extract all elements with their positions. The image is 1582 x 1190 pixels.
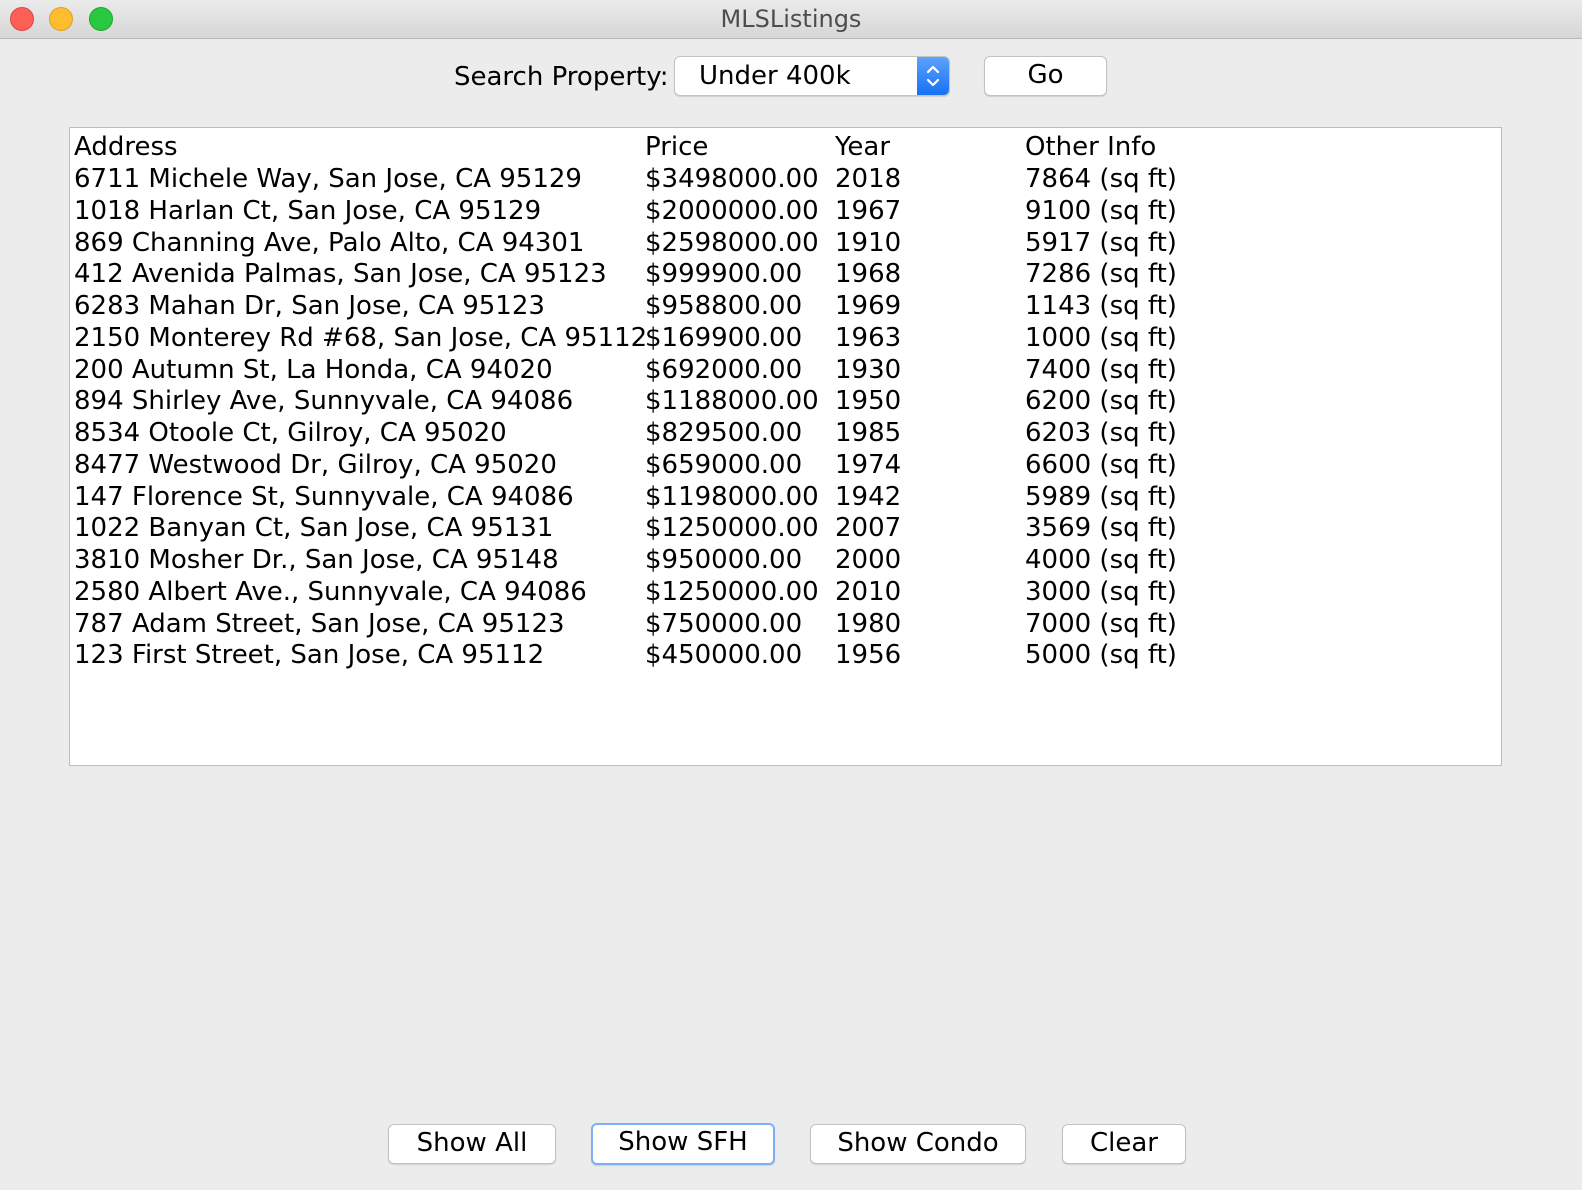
listing-address: 1022 Banyan Ct, San Jose, CA 95131 xyxy=(74,513,554,544)
listing-other-info: 3000 (sq ft) xyxy=(1025,576,1177,607)
show-all-button[interactable]: Show All xyxy=(388,1124,556,1164)
listing-year: 1956 xyxy=(835,640,902,671)
listing-price: $169900.00 xyxy=(645,322,803,353)
search-property-dropdown[interactable]: Under 400k xyxy=(674,56,950,96)
listing-year: 1980 xyxy=(835,608,902,639)
listing-year: 2010 xyxy=(835,576,902,607)
listing-address: 200 Autumn St, La Honda, CA 94020 xyxy=(74,354,553,385)
listing-year: 1985 xyxy=(835,418,902,448)
listing-year: 1930 xyxy=(835,354,902,385)
show-condo-button[interactable]: Show Condo xyxy=(810,1124,1026,1164)
listing-row[interactable]: 1022 Banyan Ct, San Jose, CA 95131 $12500… xyxy=(74,512,1474,544)
listing-price: $2598000.00 xyxy=(645,227,819,258)
listing-row[interactable]: 1018 Harlan Ct, San Jose, CA 95129 $20000… xyxy=(74,195,1474,227)
listing-year: 1963 xyxy=(835,322,902,353)
listing-year: 2007 xyxy=(835,513,902,544)
listing-year: 2000 xyxy=(835,545,902,575)
search-property-selected-value: Under 400k xyxy=(699,61,851,91)
listing-address: 123 First Street, San Jose, CA 95112 xyxy=(74,640,545,671)
listing-price: $950000.00 xyxy=(645,545,803,575)
search-property-label: Search Property: xyxy=(454,62,669,92)
show-sfh-button[interactable]: Show SFH xyxy=(591,1123,775,1165)
listing-other-info: 6200 (sq ft) xyxy=(1025,386,1177,417)
listing-price: $3498000.00 xyxy=(645,164,819,194)
listing-address: 8477 Westwood Dr, Gilroy, CA 95020 xyxy=(74,449,557,480)
listing-row[interactable]: 869 Channing Ave, Palo Alto, CA 94301 $25… xyxy=(74,227,1474,259)
listing-year: 2018 xyxy=(835,164,902,194)
listing-address: 1018 Harlan Ct, San Jose, CA 95129 xyxy=(74,195,542,226)
listing-price: $450000.00 xyxy=(645,640,803,671)
listing-other-info: 6203 (sq ft) xyxy=(1025,418,1177,448)
listing-address: 147 Florence St, Sunnyvale, CA 94086 xyxy=(74,481,574,512)
listing-other-info: 1000 (sq ft) xyxy=(1025,322,1177,353)
up-down-chevron-icon xyxy=(917,57,949,95)
listing-address: 2580 Albert Ave., Sunnyvale, CA 94086 xyxy=(74,576,587,607)
listing-other-info: 6600 (sq ft) xyxy=(1025,449,1177,480)
listing-other-info: 5989 (sq ft) xyxy=(1025,481,1177,512)
listing-row[interactable]: 6283 Mahan Dr, San Jose, CA 95123 $958800… xyxy=(74,290,1474,322)
listing-other-info: 1143 (sq ft) xyxy=(1025,291,1177,321)
clear-button[interactable]: Clear xyxy=(1062,1124,1186,1164)
listing-row[interactable]: 8534 Otoole Ct, Gilroy, CA 95020 $829500.… xyxy=(74,417,1474,449)
listing-price: $999900.00 xyxy=(645,259,803,290)
listing-price: $1250000.00 xyxy=(645,513,819,544)
listing-address: 8534 Otoole Ct, Gilroy, CA 95020 xyxy=(74,418,507,448)
listing-price: $750000.00 xyxy=(645,608,803,639)
listing-year: 1942 xyxy=(835,481,902,512)
listings-list[interactable]: Address Price Year Other Info 6711 Miche… xyxy=(69,127,1502,766)
listing-price: $692000.00 xyxy=(645,354,803,385)
listing-address: 412 Avenida Palmas, San Jose, CA 95123 xyxy=(74,259,607,290)
listing-other-info: 7286 (sq ft) xyxy=(1025,259,1177,290)
go-button[interactable]: Go xyxy=(984,56,1107,96)
listing-other-info: 7864 (sq ft) xyxy=(1025,164,1177,194)
listing-row[interactable]: 6711 Michele Way, San Jose, CA 95129 $349… xyxy=(74,163,1474,195)
listing-price: $1188000.00 xyxy=(645,386,819,417)
listing-year: 1967 xyxy=(835,195,902,226)
listing-year: 1950 xyxy=(835,386,902,417)
header-price: Price xyxy=(645,132,709,162)
listing-year: 1910 xyxy=(835,227,902,258)
listing-other-info: 5000 (sq ft) xyxy=(1025,640,1177,671)
listing-price: $659000.00 xyxy=(645,449,803,480)
listing-year: 1974 xyxy=(835,449,902,480)
title-bar: MLSListings xyxy=(0,0,1582,39)
listing-price: $2000000.00 xyxy=(645,195,819,226)
listing-row[interactable]: 3810 Mosher Dr., San Jose, CA 95148 $9500… xyxy=(74,544,1474,576)
listing-address: 787 Adam Street, San Jose, CA 95123 xyxy=(74,608,565,639)
listing-row[interactable]: 787 Adam Street, San Jose, CA 95123 $7500… xyxy=(74,608,1474,640)
listing-row[interactable]: 2580 Albert Ave., Sunnyvale, CA 94086 $12… xyxy=(74,576,1474,608)
listing-row[interactable]: 412 Avenida Palmas, San Jose, CA 95123 $9… xyxy=(74,258,1474,290)
listing-row[interactable]: 8477 Westwood Dr, Gilroy, CA 95020 $65900… xyxy=(74,449,1474,481)
listing-row[interactable]: 894 Shirley Ave, Sunnyvale, CA 94086 $118… xyxy=(74,385,1474,417)
header-other-info: Other Info xyxy=(1025,132,1157,162)
listing-price: $829500.00 xyxy=(645,418,803,448)
listing-address: 3810 Mosher Dr., San Jose, CA 95148 xyxy=(74,545,559,575)
listing-other-info: 7400 (sq ft) xyxy=(1025,354,1177,385)
listing-address: 2150 Monterey Rd #68, San Jose, CA 95112 xyxy=(74,322,648,353)
header-year: Year xyxy=(835,132,891,162)
listing-header-row: Address Price Year Other Info xyxy=(74,131,1474,163)
listing-address: 869 Channing Ave, Palo Alto, CA 94301 xyxy=(74,227,585,258)
listing-other-info: 5917 (sq ft) xyxy=(1025,227,1177,258)
header-address: Address xyxy=(74,132,178,162)
listing-address: 6283 Mahan Dr, San Jose, CA 95123 xyxy=(74,291,545,321)
listing-price: $1198000.00 xyxy=(645,481,819,512)
listing-row[interactable]: 147 Florence St, Sunnyvale, CA 94086 $119… xyxy=(74,481,1474,513)
listing-other-info: 7000 (sq ft) xyxy=(1025,608,1177,639)
listing-row[interactable]: 123 First Street, San Jose, CA 95112 $450… xyxy=(74,639,1474,671)
listing-other-info: 9100 (sq ft) xyxy=(1025,195,1177,226)
listing-other-info: 4000 (sq ft) xyxy=(1025,545,1177,575)
listing-address: 894 Shirley Ave, Sunnyvale, CA 94086 xyxy=(74,386,574,417)
listing-year: 1969 xyxy=(835,291,902,321)
listing-row[interactable]: 200 Autumn St, La Honda, CA 94020 $692000… xyxy=(74,354,1474,386)
listing-year: 1968 xyxy=(835,259,902,290)
listing-other-info: 3569 (sq ft) xyxy=(1025,513,1177,544)
window-title: MLSListings xyxy=(720,5,862,33)
listing-price: $958800.00 xyxy=(645,291,803,321)
listing-row[interactable]: 2150 Monterey Rd #68, San Jose, CA 95112… xyxy=(74,322,1474,354)
listing-price: $1250000.00 xyxy=(645,576,819,607)
listing-address: 6711 Michele Way, San Jose, CA 95129 xyxy=(74,164,582,194)
